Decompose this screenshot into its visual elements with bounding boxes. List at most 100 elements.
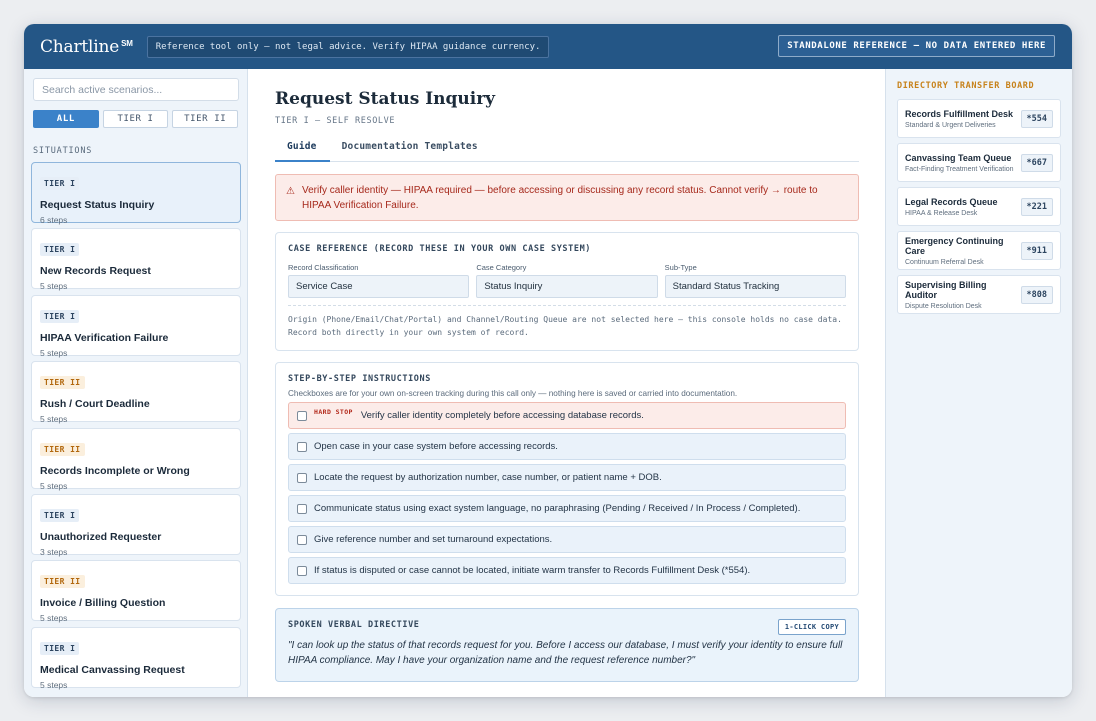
scenario-steps: 5 steps xyxy=(40,414,68,425)
disclaimer-banner: Reference tool only — not legal advice. … xyxy=(146,35,550,58)
case-reference-fields: Record Classification Service Case Case … xyxy=(288,263,846,298)
field-value[interactable]: Service Case xyxy=(288,275,470,298)
desk-name: Records Fulfillment Desk xyxy=(905,108,1014,119)
tier-badge: TIER I xyxy=(40,243,80,257)
desk-info: Supervising Billing Auditor Dispute Reso… xyxy=(905,280,1021,310)
app-window: Chartline SM Reference tool only — not le… xyxy=(24,24,1072,697)
desk-info: Records Fulfillment Desk Standard & Urge… xyxy=(905,109,1013,129)
tier-badge: TIER I xyxy=(40,177,80,190)
scenario-item[interactable]: TIER I Request Status Inquiry 6 steps xyxy=(31,162,241,225)
filter-tier-1[interactable]: TIER I xyxy=(102,110,169,128)
desk-info: Canvassing Team Queue Fact-Finding Treat… xyxy=(905,153,1014,173)
field-value[interactable]: Status Inquiry xyxy=(476,275,658,298)
scenario-item[interactable]: TIER I Unauthorized Requester 3 steps xyxy=(31,493,241,557)
scenario-title: New Records Request xyxy=(40,265,151,278)
step-text: Open case in your case system before acc… xyxy=(314,441,558,452)
directory-entry[interactable]: Supervising Billing Auditor Dispute Reso… xyxy=(897,275,1061,314)
desk-name: Legal Records Queue xyxy=(905,196,998,207)
step-item[interactable]: HARD STOP Verify caller identity complet… xyxy=(288,402,846,429)
step-checkbox[interactable] xyxy=(297,472,307,483)
step-item[interactable]: Communicate status using exact system la… xyxy=(288,495,846,522)
scenario-steps: 5 steps xyxy=(40,679,68,690)
tier-badge: TIER II xyxy=(40,376,85,390)
step-text: Communicate status using exact system la… xyxy=(314,503,801,514)
tab-guide[interactable]: Guide xyxy=(275,140,330,162)
step-item[interactable]: Give reference number and set turnaround… xyxy=(288,526,846,553)
step-checkbox[interactable] xyxy=(297,534,307,545)
tier-filters: ALL TIER I TIER II xyxy=(33,110,239,128)
standalone-badge: STANDALONE REFERENCE — NO DATA ENTERED H… xyxy=(778,35,1055,57)
desk-subtitle: Fact-Finding Treatment Verification xyxy=(905,165,1014,173)
directory-entry[interactable]: Emergency Continuing Care Continuum Refe… xyxy=(897,231,1061,270)
desk-name: Supervising Billing Auditor xyxy=(905,279,987,300)
step-text: If status is disputed or case cannot be … xyxy=(314,565,751,576)
scenario-item[interactable]: TIER I HIPAA Verification Failure 5 step… xyxy=(31,294,241,358)
field-label: Case Category xyxy=(476,263,527,272)
directory-entry[interactable]: Legal Records Queue HIPAA & Release Desk… xyxy=(897,187,1061,226)
sidebar: ALL TIER I TIER II SITUATIONS TIER I Req… xyxy=(24,69,248,697)
step-checkbox[interactable] xyxy=(297,565,307,576)
directory-entry[interactable]: Canvassing Team Queue Fact-Finding Treat… xyxy=(897,143,1061,182)
step-checkbox[interactable] xyxy=(297,410,307,421)
alert-text: Verify caller identity — HIPAA required … xyxy=(302,185,818,211)
extension-badge[interactable]: *554 xyxy=(1020,109,1053,128)
scenario-title: HIPAA Verification Failure xyxy=(40,331,169,344)
desk-info: Emergency Continuing Care Continuum Refe… xyxy=(905,236,1021,266)
scenario-steps: 6 steps xyxy=(40,215,68,225)
step-text: Give reference number and set turnaround… xyxy=(314,534,553,545)
tier-badge: TIER II xyxy=(40,442,85,456)
scenario-item[interactable]: TIER II Invoice / Billing Question 5 ste… xyxy=(31,560,241,623)
field-label: Sub-Type xyxy=(664,263,697,272)
step-item[interactable]: Locate the request by authorization numb… xyxy=(288,464,846,491)
origin-note: Origin (Phone/Email/Chat/Portal) and Cha… xyxy=(288,305,846,339)
field-record-classification: Record Classification Service Case xyxy=(288,263,470,298)
page-subtitle: TIER I — SELF RESOLVE xyxy=(275,116,396,126)
filter-all[interactable]: ALL xyxy=(33,110,99,128)
directory-panel: DIRECTORY TRANSFER BOARD Records Fulfill… xyxy=(885,69,1072,697)
desk-info: Legal Records Queue HIPAA & Release Desk xyxy=(905,197,998,217)
scenario-steps: 5 steps xyxy=(40,281,68,292)
top-bar: Chartline SM Reference tool only — not le… xyxy=(24,24,1072,69)
tier-badge: TIER I xyxy=(40,641,80,655)
scenario-item[interactable]: TIER I Medical Canvassing Request 5 step… xyxy=(31,626,241,690)
scenario-title: Unauthorized Requester xyxy=(40,530,162,543)
extension-badge[interactable]: *911 xyxy=(1020,241,1053,260)
case-reference-card: CASE REFERENCE (RECORD THESE IN YOUR OWN… xyxy=(275,232,859,351)
directory-heading: DIRECTORY TRANSFER BOARD xyxy=(897,81,1035,91)
case-reference-heading: CASE REFERENCE (RECORD THESE IN YOUR OWN… xyxy=(288,244,592,254)
extension-badge[interactable]: *667 xyxy=(1020,153,1053,172)
hard-stop-badge: HARD STOP xyxy=(314,407,353,416)
desk-subtitle: Standard & Urgent Deliveries xyxy=(905,121,996,129)
scenario-item[interactable]: TIER II Records Incomplete or Wrong 5 st… xyxy=(31,427,241,491)
step-item[interactable]: If status is disputed or case cannot be … xyxy=(288,557,846,584)
directory-entry[interactable]: Records Fulfillment Desk Standard & Urge… xyxy=(897,99,1061,138)
extension-badge[interactable]: *808 xyxy=(1020,285,1053,304)
tier-badge: TIER II xyxy=(40,575,85,589)
page-title: Request Status Inquiry xyxy=(275,89,496,109)
extension-badge[interactable]: *221 xyxy=(1020,197,1053,216)
scenario-item[interactable]: TIER II Rush / Court Deadline 5 steps xyxy=(31,361,241,425)
search-input[interactable] xyxy=(33,78,239,101)
field-value[interactable]: Standard Status Tracking xyxy=(664,275,846,298)
scenario-item[interactable]: TIER I New Records Request 5 steps xyxy=(31,228,241,292)
tier-badge: TIER I xyxy=(40,508,80,522)
verbal-directive-card: SPOKEN VERBAL DIRECTIVE 1-CLICK COPY "I … xyxy=(275,608,859,682)
filter-tier-2[interactable]: TIER II xyxy=(172,110,239,128)
step-checkbox[interactable] xyxy=(297,503,307,514)
step-text: Locate the request by authorization numb… xyxy=(314,472,662,483)
main-content: Request Status Inquiry TIER I — SELF RES… xyxy=(249,69,885,697)
field-sub-type: Sub-Type Standard Status Tracking xyxy=(664,263,846,298)
scenario-steps: 5 steps xyxy=(40,347,68,358)
tab-documentation-templates[interactable]: Documentation Templates xyxy=(330,140,490,162)
desk-name: Emergency Continuing Care xyxy=(905,235,1004,256)
hipaa-alert: ⚠ Verify caller identity — HIPAA require… xyxy=(275,174,859,221)
desk-subtitle: Continuum Referral Desk xyxy=(905,258,984,266)
step-checkbox[interactable] xyxy=(297,441,307,452)
instructions-heading: STEP-BY-STEP INSTRUCTIONS xyxy=(288,374,431,384)
tier-badge: TIER I xyxy=(40,309,80,323)
scenario-title: Medical Canvassing Request xyxy=(40,663,185,676)
step-item[interactable]: Open case in your case system before acc… xyxy=(288,433,846,460)
scenario-steps: 5 steps xyxy=(40,480,68,491)
step-text: Verify caller identity completely before… xyxy=(360,410,644,421)
copy-button[interactable]: 1-CLICK COPY xyxy=(777,619,846,635)
